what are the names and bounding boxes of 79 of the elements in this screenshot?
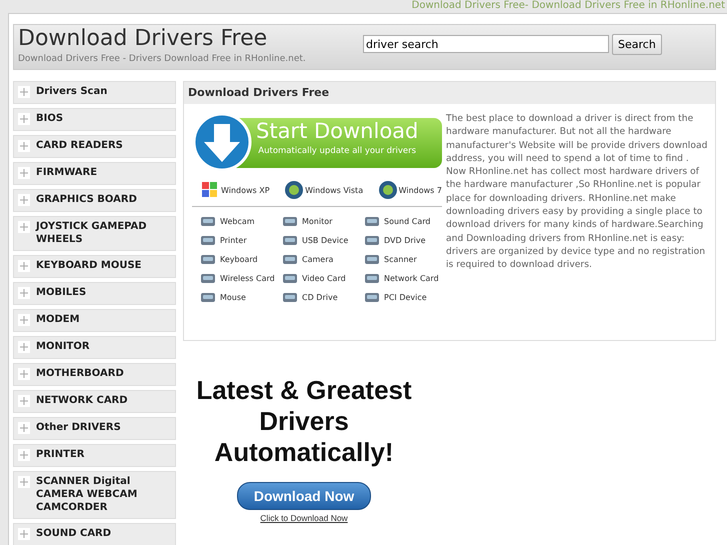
download-link[interactable]: Click to Download Now [260,513,348,523]
globe-icon [284,180,304,200]
device-icon [364,272,380,285]
device-icon [200,215,216,228]
device-icon [364,291,380,304]
site-subtitle: Download Drivers Free - Drivers Download Free in RHonline.net. [18,53,307,65]
device-icon [364,234,380,247]
description-text: The best place to download a driver is direct from the hardware manufacturer. But not all the hardware manufacturer's Website will be provide drivers download address, you will need to spend a lot of time to find . Now RHonline.net has collect most hardware drivers of the hardware manufacturer ,So RHonline.net is popular place for downloading drivers. RHonline.net make downloading drivers easy by providing a single place to download drivers for many kinds of hardware.Searching and Downloading drivers from RHonline.net is easy: drivers are organized by device type and no registration is required to download drivers. [446,112,708,272]
device-link[interactable]: Sound Card [384,217,430,226]
device-icon [364,253,380,266]
device-link[interactable]: Printer [220,236,247,245]
banner-title: Start Download [256,118,418,145]
panel-title: Download Drivers Free [184,82,715,104]
plus-icon [18,221,30,233]
sidebar-item[interactable]: SCANNER Digital CAMERA WEBCAM CAMCORDER [13,471,176,519]
sidebar-item[interactable]: GRAPHICS BOARD [13,189,176,212]
sidebar-item[interactable]: NETWORK CARD [13,390,176,413]
os-label: Windows Vista [305,186,364,194]
device-link[interactable]: Monitor [302,217,332,226]
sidebar-item[interactable]: MOTHERBOARD [13,363,176,386]
flag-icon [200,180,220,200]
device-icon [364,215,380,228]
plus-icon [18,449,30,461]
plus-icon [18,341,30,353]
device-icon [282,253,298,266]
sidebar-item[interactable]: Drivers Scan [13,81,176,104]
sidebar-item[interactable]: SOUND CARD [13,523,176,545]
os-label: Windows XP [221,186,270,194]
device-link[interactable]: Mouse [220,293,246,302]
plus-icon [18,422,30,434]
search-button[interactable]: Search [612,34,662,55]
device-link[interactable]: PCI Device [384,293,427,302]
sidebar-item[interactable]: BIOS [13,108,176,131]
device-link[interactable]: Camera [302,255,334,264]
device-icon [200,253,216,266]
device-link[interactable]: USB Device [302,236,348,245]
plus-icon [18,167,30,179]
device-icon [282,291,298,304]
globe-icon [378,180,398,200]
device-link[interactable]: CD Drive [302,293,338,302]
device-icon [282,215,298,228]
device-link[interactable]: DVD Drive [384,236,426,245]
plus-icon [18,287,30,299]
os-label: Windows 7 [398,186,442,194]
device-icon [282,234,298,247]
plus-icon [18,314,30,326]
ad-headline: Latest & Greatest Drivers Automatically! [195,375,413,468]
plus-icon [18,528,30,540]
plus-icon [18,113,30,125]
device-icon [200,272,216,285]
device-link[interactable]: Video Card [302,274,346,283]
download-now-button[interactable]: Download Now [236,482,372,510]
banner-subtitle: Automatically update all your drivers [258,145,416,157]
sidebar-item[interactable]: KEYBOARD MOUSE [13,255,176,278]
plus-icon [18,194,30,206]
sidebar-item[interactable]: MODEM [13,309,176,332]
plus-icon [18,368,30,380]
device-link[interactable]: Scanner [384,255,417,264]
plus-icon [18,260,30,272]
sidebar-item[interactable]: PRINTER [13,444,176,467]
plus-icon [18,140,30,152]
sidebar-item[interactable]: CARD READERS [13,135,176,158]
plus-icon [18,86,30,98]
device-link[interactable]: Keyboard [220,255,258,264]
sidebar-item[interactable]: Other DRIVERS [13,417,176,440]
sidebar-item[interactable]: FIRMWARE [13,162,176,185]
sidebar-item[interactable]: JOYSTICK GAMEPAD WHEELS [13,216,176,251]
search-field[interactable]: driver search [363,35,609,53]
device-link[interactable]: Network Card [384,274,439,283]
sidebar-item[interactable]: MOBILES [13,282,176,305]
device-link[interactable]: Wireless Card [220,274,275,283]
device-icon [282,272,298,285]
sidebar-item[interactable]: MONITOR [13,336,176,359]
site-title: Download Drivers Free [18,25,268,53]
device-icon [200,234,216,247]
plus-icon [18,395,30,407]
plus-icon [18,476,30,488]
device-icon [200,291,216,304]
device-link[interactable]: Webcam [220,217,255,226]
